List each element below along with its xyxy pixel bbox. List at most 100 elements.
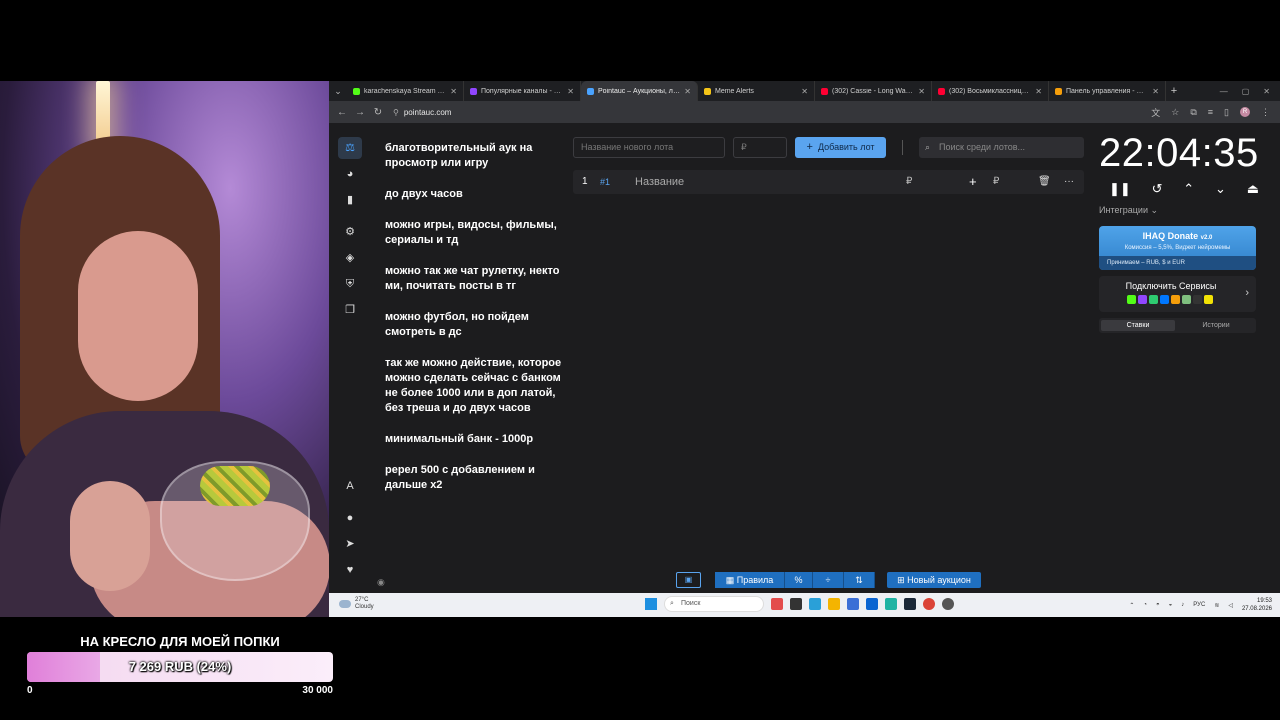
donate-footer: Принимаем – RUB, $ и EUR [1099,256,1256,270]
menu-icon[interactable]: ⋮ [1261,107,1270,118]
auction-timer: 22:04:35 [1099,131,1259,175]
windows-taskbar: 27°C Cloudy ⌕ Поиск ⌃ ◔ ◓ ◒ ♪ РУС ≋ ◁ 19… [329,593,1280,617]
folder-icon[interactable] [828,598,840,610]
tab-close-icon[interactable]: ✕ [567,87,574,96]
pause-icon[interactable]: ❚❚ [1109,181,1131,197]
eye-icon[interactable]: ◉ [377,577,385,588]
minimize-icon[interactable]: — [1220,87,1228,96]
tray-chevron-icon[interactable]: ⌃ [1129,602,1134,609]
chevron-down-icon: ⌄ [1150,205,1159,215]
rules-label: Правила [736,575,774,585]
percent-button[interactable]: % [785,572,813,588]
taskbar-clock[interactable]: 19:53 27.08.2026 [1242,597,1272,613]
translate-icon[interactable]: 文 [1151,106,1160,119]
app-icon-2[interactable] [790,598,802,610]
shield-icon[interactable]: ⛨ [338,273,362,295]
outlook-icon[interactable] [866,598,878,610]
auction-rules-text: благотворительный аук на просмотр или иг… [385,141,570,509]
tab-close-icon[interactable]: ✕ [918,87,925,96]
chevron-up-icon[interactable]: ⌃ [1183,181,1194,197]
stats-icon[interactable]: ▮ [338,189,362,211]
browser-tab[interactable]: karachenskaya Stream - Watch ✕ [347,81,464,101]
more-icon[interactable]: ··· [1064,170,1074,194]
tab-close-icon[interactable]: ✕ [684,87,691,96]
extensions-icon[interactable]: ⧉ [1190,107,1196,118]
app-icon-4[interactable] [942,598,954,610]
github-icon[interactable]: ● [338,507,362,529]
new-lot-amount-input[interactable]: ₽ [733,137,787,158]
tab-search-icon[interactable]: ⌄ [329,81,347,101]
browser-tab[interactable]: Meme Alerts ✕ [698,81,815,101]
language-icon[interactable]: A [338,475,362,497]
webcam-feed [0,81,329,617]
close-window-icon[interactable]: ✕ [1263,87,1270,96]
app-icon-1[interactable] [771,598,783,610]
media-icon[interactable]: ≡ [1208,107,1213,117]
tab-bets[interactable]: Ставки [1101,320,1175,331]
browser-tab[interactable]: (302) Cassie - Long Way 2 Go ✕ [815,81,932,101]
sort-icon[interactable]: ⇅ [844,572,875,588]
weather-temp: 27°C [355,597,369,603]
store-icon[interactable] [847,598,859,610]
tab-history[interactable]: Истории [1179,320,1253,331]
windows-start-icon[interactable] [645,598,657,610]
tray-icon-1[interactable]: ◔ [1143,602,1147,608]
tray-icon-3[interactable]: ◒ [1169,602,1173,608]
tray-icon-2[interactable]: ◓ [1156,602,1160,608]
lot-row[interactable]: 1 #1 Название ₽ + ₽ 🗑 ··· [573,170,1084,194]
tab-close-icon[interactable]: ✕ [450,87,457,96]
browser-tab[interactable]: Панель управления - Donatio✕ [1049,81,1166,101]
reload-icon[interactable]: ↻ [369,107,387,118]
edge-icon[interactable] [885,598,897,610]
mic-icon[interactable]: ♪ [1181,602,1184,608]
browser-tab[interactable]: Pointauc – Аукционы, лотерея ✕ [581,81,698,101]
ihaq-donate-card[interactable]: IHAQ Donate v2.0 Комиссия – 5,5%, Виджет… [1099,226,1256,270]
new-auction-button[interactable]: ⊞ Новый аукцион [887,572,981,588]
tab-close-icon[interactable]: ✕ [1035,87,1042,96]
integrations-dropdown[interactable]: Интеграции ⌄ [1099,205,1158,216]
save-icon[interactable]: ▣ [676,572,701,588]
donate-icon[interactable]: ♥ [338,559,362,581]
layers-icon[interactable]: ◈ [338,247,362,269]
chevron-down-icon[interactable]: ⌄ [1215,181,1226,197]
browser-tab[interactable]: Популярные каналы - Twitch✕ [464,81,581,101]
steam-icon[interactable] [904,598,916,610]
reset-icon[interactable]: ↺ [1152,181,1163,197]
weather-widget[interactable]: 27°C Cloudy [339,597,374,611]
new-tab-button[interactable]: + [1166,85,1182,97]
connect-services-button[interactable]: Подключить Сервисы › [1099,276,1256,312]
forward-icon[interactable]: → [351,107,369,118]
lot-name[interactable]: Название [635,170,684,194]
back-icon[interactable]: ← [333,107,351,118]
eject-icon[interactable]: ⏏ [1247,181,1259,197]
add-lot-button[interactable]: + Добавить лот [795,137,886,158]
bookmark-star-icon[interactable]: ☆ [1171,107,1179,118]
app-icon-3[interactable] [809,598,821,610]
maximize-icon[interactable]: ▢ [1242,87,1250,96]
sidepanel-icon[interactable]: ▯ [1224,107,1229,118]
url-field[interactable]: ⚲ pointauc.com [393,108,451,117]
settings-gear-icon[interactable]: ⚙ [338,221,362,243]
split-icon[interactable]: ÷ [813,572,844,588]
lot-add-amount-icon[interactable]: + [969,170,977,194]
rules-button[interactable]: ▦ Правила [715,572,785,588]
browser-tab[interactable]: (302) Восьмиклассница - Ц ✕ [932,81,1049,101]
profile-avatar[interactable]: R [1240,107,1250,117]
bets-history-tabs: Ставки Истории [1099,318,1256,333]
site-info-icon[interactable]: ⚲ [393,108,399,117]
copy-icon[interactable]: ❐ [338,299,362,321]
taskbar-search[interactable]: ⌕ Поиск [664,596,764,612]
auction-hammer-icon[interactable]: ⚖ [338,137,362,159]
telegram-icon[interactable]: ➤ [338,533,362,555]
language-indicator[interactable]: РУС [1193,602,1205,608]
tab-close-icon[interactable]: ✕ [1152,87,1159,96]
wheel-icon[interactable]: ◕ [338,163,362,185]
tab-close-icon[interactable]: ✕ [801,87,808,96]
wifi-icon[interactable]: ≋ [1214,602,1219,609]
trash-icon[interactable]: 🗑 [1038,170,1051,194]
volume-icon[interactable]: ◁ [1228,602,1233,609]
new-lot-name-input[interactable]: Название нового лота [573,137,725,158]
tab-label: Meme Alerts [715,87,754,95]
lot-search-input[interactable]: ⌕ Поиск среди лотов... [919,137,1084,158]
chrome-icon[interactable] [923,598,935,610]
